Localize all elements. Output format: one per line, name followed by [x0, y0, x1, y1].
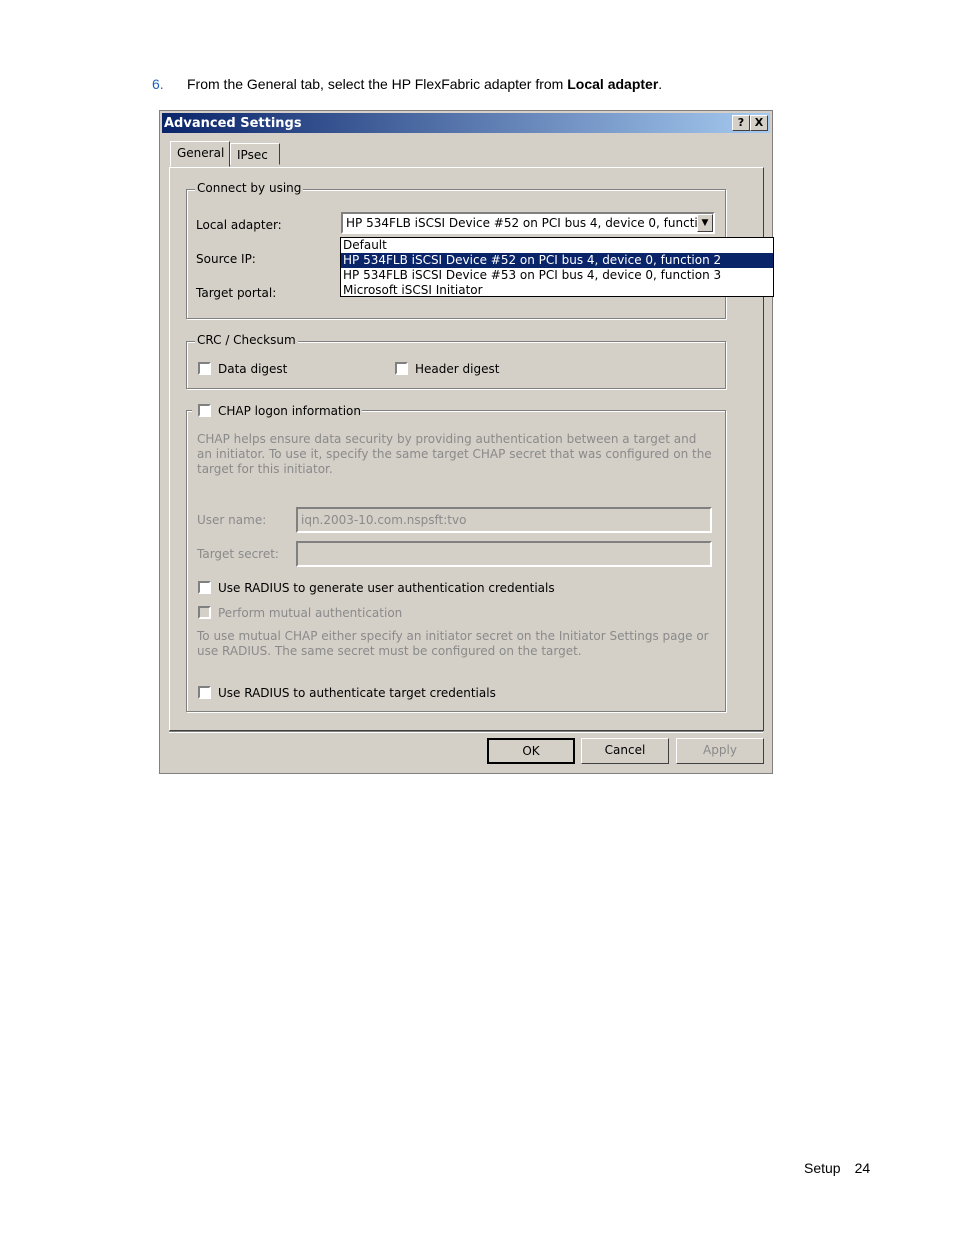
- instruction-bold-term: Local adapter: [567, 76, 659, 92]
- mutual-auth-label: Perform mutual authentication: [218, 606, 403, 620]
- crc-group-legend: CRC / Checksum: [195, 333, 298, 347]
- source-ip-label: Source IP:: [196, 252, 256, 266]
- instruction-text: From the General tab, select the HP Flex…: [187, 76, 568, 92]
- dialog-titlebar: Advanced Settings ? X: [162, 113, 770, 133]
- target-portal-label: Target portal:: [196, 286, 277, 300]
- data-digest-checkbox[interactable]: [198, 362, 211, 375]
- radius-generate-checkbox[interactable]: [198, 581, 211, 594]
- chevron-down-icon[interactable]: ▼: [697, 214, 713, 232]
- mutual-description: To use mutual CHAP either specify an ini…: [197, 629, 709, 658]
- local-adapter-value: HP 534FLB iSCSI Device #52 on PCI bus 4,…: [346, 216, 713, 230]
- dropdown-option-microsoft[interactable]: Microsoft iSCSI Initiator: [341, 283, 773, 298]
- chap-description: CHAP helps ensure data security by provi…: [197, 432, 712, 476]
- target-secret-field[interactable]: [296, 541, 712, 567]
- user-name-field[interactable]: iqn.2003-10.com.nspsft:tvo: [296, 507, 712, 533]
- instruction-step: 6. From the General tab, select the HP Fl…: [152, 76, 662, 92]
- apply-button[interactable]: Apply: [676, 738, 764, 764]
- data-digest-label: Data digest: [218, 362, 288, 376]
- dropdown-option-device-53[interactable]: HP 534FLB iSCSI Device #53 on PCI bus 4,…: [341, 268, 773, 283]
- cancel-button[interactable]: Cancel: [581, 738, 669, 764]
- chap-logon-checkbox[interactable]: [198, 404, 211, 417]
- close-button[interactable]: X: [750, 115, 768, 131]
- dialog-title: Advanced Settings: [164, 116, 302, 131]
- local-adapter-label: Local adapter:: [196, 218, 282, 232]
- local-adapter-dropdown[interactable]: HP 534FLB iSCSI Device #52 on PCI bus 4,…: [341, 212, 715, 234]
- tab-ipsec[interactable]: IPsec: [230, 143, 280, 165]
- dropdown-option-default[interactable]: Default: [341, 238, 773, 253]
- radius-target-label: Use RADIUS to authenticate target creden…: [218, 686, 496, 700]
- local-adapter-dropdown-list: Default HP 534FLB iSCSI Device #52 on PC…: [340, 237, 774, 297]
- radius-target-checkbox[interactable]: [198, 686, 211, 699]
- user-name-label: User name:: [197, 513, 267, 527]
- radius-generate-label: Use RADIUS to generate user authenticati…: [218, 581, 555, 595]
- dropdown-option-device-52[interactable]: HP 534FLB iSCSI Device #52 on PCI bus 4,…: [341, 253, 773, 268]
- connect-group-legend: Connect by using: [195, 181, 304, 195]
- chap-logon-label: CHAP logon information: [218, 404, 361, 418]
- button-separator: [169, 731, 763, 733]
- footer-page-number: 24: [854, 1160, 871, 1176]
- ok-button[interactable]: OK: [487, 738, 575, 764]
- page-footer: Setup 24: [804, 1160, 870, 1176]
- help-button[interactable]: ?: [732, 115, 750, 131]
- header-digest-checkbox[interactable]: [395, 362, 408, 375]
- footer-section: Setup: [804, 1160, 841, 1176]
- step-number: 6.: [152, 76, 164, 92]
- advanced-settings-dialog: Advanced Settings ? X General IPsec Conn…: [159, 110, 773, 774]
- header-digest-label: Header digest: [415, 362, 500, 376]
- instruction-end: .: [658, 76, 663, 92]
- mutual-auth-checkbox[interactable]: [198, 606, 211, 619]
- tab-general[interactable]: General: [170, 141, 230, 167]
- target-secret-label: Target secret:: [197, 547, 279, 561]
